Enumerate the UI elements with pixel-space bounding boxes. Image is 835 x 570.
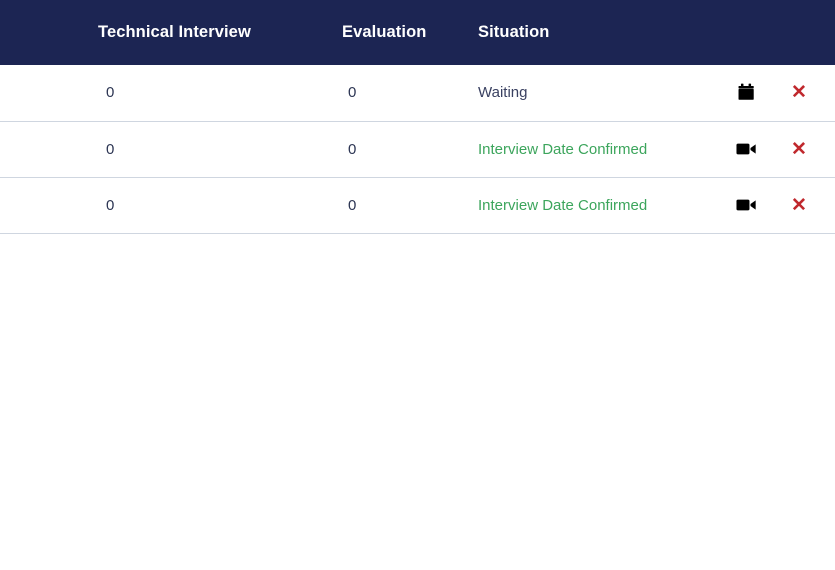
cell-evaluation: 0: [348, 196, 357, 214]
cell-action: [728, 121, 788, 177]
table-row[interactable]: 0 0 Interview Date Confirmed ✕: [0, 177, 835, 233]
cell-technical-interview: 0: [106, 84, 115, 102]
empty-content-area: [0, 233, 835, 564]
status-badge: Waiting: [478, 84, 528, 102]
column-header-evaluation[interactable]: Evaluation: [330, 0, 478, 65]
cell-remove: ✕: [788, 65, 835, 121]
cell-remove: ✕: [788, 121, 835, 177]
cell-situation: Interview Date Confirmed: [478, 121, 728, 177]
status-badge: Interview Date Confirmed: [478, 196, 648, 214]
column-header-situation[interactable]: Situation: [478, 0, 728, 65]
table-row[interactable]: 0 0 Waiting ✕: [0, 65, 835, 121]
table-row[interactable]: 0 0 Interview Date Confirmed ✕: [0, 121, 835, 177]
cell-evaluation: 0: [348, 84, 357, 102]
close-icon[interactable]: ✕: [791, 82, 807, 103]
column-header-remove: [788, 0, 835, 65]
cell-technical-interview: 0: [106, 196, 115, 214]
page-root: Technical Interview Evaluation Situation…: [0, 0, 835, 570]
close-icon[interactable]: ✕: [791, 195, 807, 216]
video-camera-icon[interactable]: [734, 193, 758, 217]
cell-remove: ✕: [788, 177, 835, 233]
calendar-icon[interactable]: [734, 80, 758, 104]
table-header: Technical Interview Evaluation Situation: [0, 0, 835, 65]
column-header-action: [728, 0, 788, 65]
close-icon[interactable]: ✕: [791, 139, 807, 160]
cell-action: [728, 177, 788, 233]
video-camera-icon[interactable]: [734, 137, 758, 161]
candidates-table: Technical Interview Evaluation Situation…: [0, 0, 835, 234]
cell-situation: Interview Date Confirmed: [478, 177, 728, 233]
column-header-technical-interview[interactable]: Technical Interview: [0, 0, 330, 65]
status-badge: Interview Date Confirmed: [478, 140, 648, 158]
cell-evaluation: 0: [348, 140, 357, 158]
table-body: 0 0 Waiting ✕ 0 0 Interview Date Confirm…: [0, 65, 835, 233]
table-header-row: Technical Interview Evaluation Situation: [0, 0, 835, 65]
cell-situation: Waiting: [478, 65, 728, 121]
cell-action: [728, 65, 788, 121]
cell-technical-interview: 0: [106, 140, 115, 158]
